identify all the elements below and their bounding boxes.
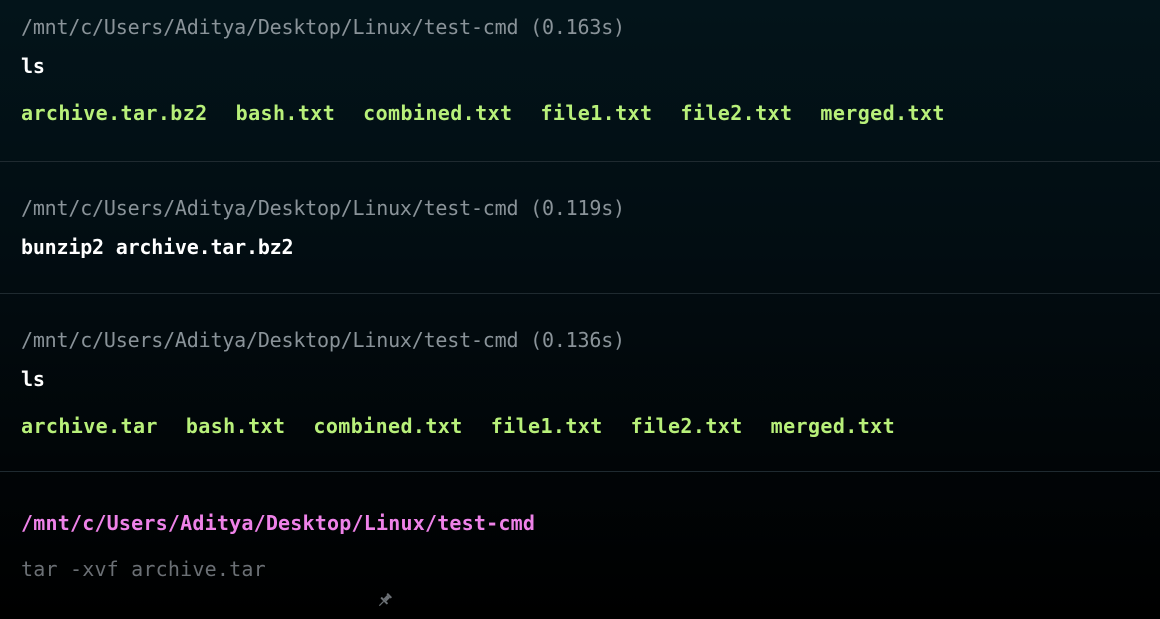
command-block[interactable]: /mnt/c/Users/Aditya/Desktop/Linux/test-c… xyxy=(0,294,1160,472)
output-file: file1.txt xyxy=(540,101,653,125)
output-file: merged.txt xyxy=(820,101,945,125)
block-output: archive.tar.bz2 bash.txt combined.txt fi… xyxy=(21,100,1139,126)
pin-icon[interactable] xyxy=(278,560,392,607)
output-file: archive.tar xyxy=(21,414,158,438)
output-file: merged.txt xyxy=(770,414,896,438)
output-file: combined.txt xyxy=(313,414,463,438)
output-file: bash.txt xyxy=(235,101,336,125)
block-path: /mnt/c/Users/Aditya/Desktop/Linux/test-c… xyxy=(21,196,625,220)
block-output: archive.tar bash.txt combined.txt file1.… xyxy=(21,413,1139,439)
block-command: ls xyxy=(21,367,45,391)
block-command: ls xyxy=(21,54,45,78)
terminal-window: /mnt/c/Users/Aditya/Desktop/Linux/test-c… xyxy=(0,0,1160,619)
command-input-text[interactable]: tar -xvf archive.tar xyxy=(21,555,266,583)
prompt-path: /mnt/c/Users/Aditya/Desktop/Linux/test-c… xyxy=(21,511,536,535)
block-path: /mnt/c/Users/Aditya/Desktop/Linux/test-c… xyxy=(21,15,625,39)
output-file: file1.txt xyxy=(490,414,603,438)
command-block[interactable]: /mnt/c/Users/Aditya/Desktop/Linux/test-c… xyxy=(0,162,1160,294)
block-command: bunzip2 archive.tar.bz2 xyxy=(21,235,294,259)
output-file: archive.tar.bz2 xyxy=(21,101,208,125)
command-input[interactable]: tar -xvf archive.tar xyxy=(21,555,1139,607)
output-file: bash.txt xyxy=(185,414,286,438)
output-file: file2.txt xyxy=(630,414,743,438)
input-area[interactable]: /mnt/c/Users/Aditya/Desktop/Linux/test-c… xyxy=(0,472,1160,619)
command-block[interactable]: /mnt/c/Users/Aditya/Desktop/Linux/test-c… xyxy=(0,0,1160,162)
block-path: /mnt/c/Users/Aditya/Desktop/Linux/test-c… xyxy=(21,328,625,352)
output-file: combined.txt xyxy=(363,101,513,125)
output-file: file2.txt xyxy=(680,101,793,125)
